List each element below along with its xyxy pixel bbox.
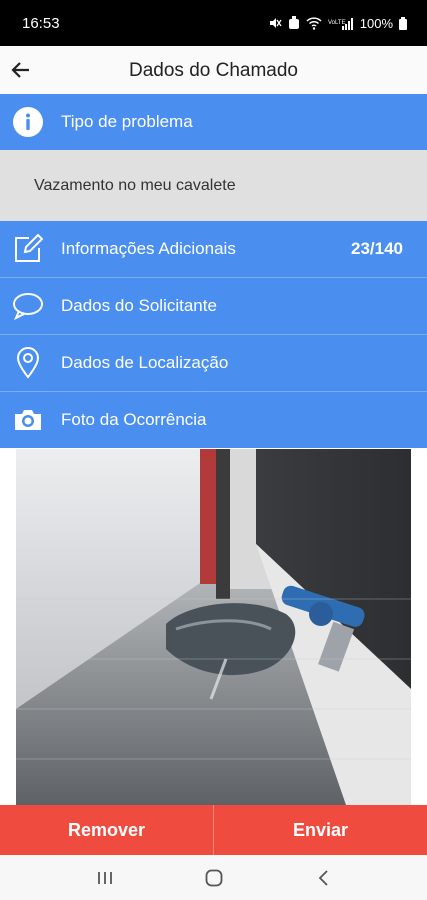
arrow-left-icon xyxy=(11,62,29,78)
section-location-label: Dados de Localização xyxy=(61,353,229,372)
signal-icon: VoLTE xyxy=(328,17,353,30)
info-icon xyxy=(12,106,44,138)
status-bar: 16:53 VoLTE 100% xyxy=(0,0,427,46)
system-back-button[interactable] xyxy=(303,858,343,898)
recent-apps-icon xyxy=(97,871,112,884)
battery-icon xyxy=(399,16,407,30)
location-pin-icon xyxy=(12,347,44,379)
page-title: Dados do Chamado xyxy=(129,60,298,81)
battery-percent: 100% xyxy=(359,15,393,31)
system-nav-bar xyxy=(0,855,427,900)
wifi-icon xyxy=(306,16,322,30)
send-button[interactable]: Enviar xyxy=(214,805,427,855)
section-problem-type[interactable]: Tipo de problema xyxy=(0,94,427,150)
edit-icon xyxy=(12,233,44,265)
section-photo-label: Foto da Ocorrência xyxy=(61,410,207,429)
home-icon xyxy=(205,869,222,886)
svg-text:VoLTE: VoLTE xyxy=(328,20,346,26)
camera-icon xyxy=(12,404,44,436)
bottom-action-bar: Remover Enviar xyxy=(0,805,427,855)
problem-type-value: Vazamento no meu cavalete xyxy=(0,150,427,221)
section-location[interactable]: Dados de Localização xyxy=(0,335,427,391)
section-additional-info-label: Informações Adicionais xyxy=(61,239,236,258)
home-button[interactable] xyxy=(194,858,234,898)
app-bar: Dados do Chamado xyxy=(0,46,427,94)
section-problem-type-label: Tipo de problema xyxy=(61,112,193,131)
section-requester[interactable]: Dados do Solicitante xyxy=(0,278,427,334)
status-time: 16:53 xyxy=(22,14,60,32)
mute-icon xyxy=(269,18,282,28)
section-photo[interactable]: Foto da Ocorrência xyxy=(0,392,427,448)
section-additional-info[interactable]: Informações Adicionais 23/140 xyxy=(0,221,427,277)
section-requester-label: Dados do Solicitante xyxy=(61,296,217,315)
chevron-left-icon xyxy=(318,869,328,886)
character-count: 23/140 xyxy=(351,239,403,258)
back-button[interactable] xyxy=(0,46,40,94)
occurrence-photo xyxy=(16,449,411,805)
status-icons: VoLTE 100% xyxy=(268,16,407,31)
remove-button[interactable]: Remover xyxy=(0,805,213,855)
recent-apps-button[interactable] xyxy=(85,858,125,898)
chat-bubble-icon xyxy=(12,290,44,322)
alarm-icon xyxy=(288,16,299,29)
